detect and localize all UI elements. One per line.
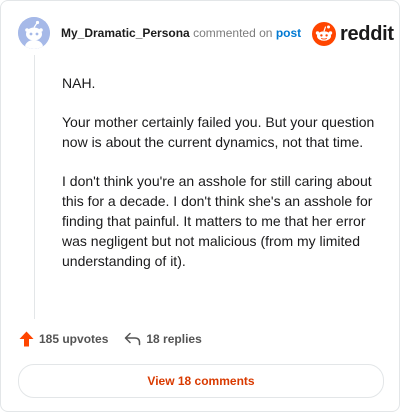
comment-paragraph: I don't think you're an asshole for stil… [62,173,373,269]
user-avatar[interactable] [18,17,50,49]
reddit-logo[interactable]: reddit [312,21,394,47]
comment-paragraph: NAH. [62,75,96,91]
upvote-arrow-icon [19,331,34,347]
post-link[interactable]: post [276,26,301,40]
comment-body: NAH. Your mother certainly failed you. B… [62,73,382,290]
snoo-avatar-icon [18,17,50,49]
reddit-logo-icon [312,22,336,46]
comment-card: My_Dramatic_Persona commented on post re… [0,0,400,412]
thread-line [34,55,35,319]
author-name[interactable]: My_Dramatic_Persona [61,26,190,40]
comment-paragraph: Your mother certainly failed you. But yo… [62,114,375,150]
upvote-count: 185 upvotes [39,332,109,346]
view-comments-button[interactable]: View 18 comments [18,364,384,398]
action-text: commented on [193,26,273,40]
comment-header: My_Dramatic_Persona commented on post [61,26,301,40]
upvote-button[interactable]: 185 upvotes [19,331,108,347]
comment-actions: 185 upvotes 18 replies [19,331,202,347]
reply-arrow-icon [125,332,141,346]
reply-count: 18 replies [146,332,202,346]
reddit-wordmark: reddit [340,22,394,45]
replies-button[interactable]: 18 replies [124,332,202,346]
